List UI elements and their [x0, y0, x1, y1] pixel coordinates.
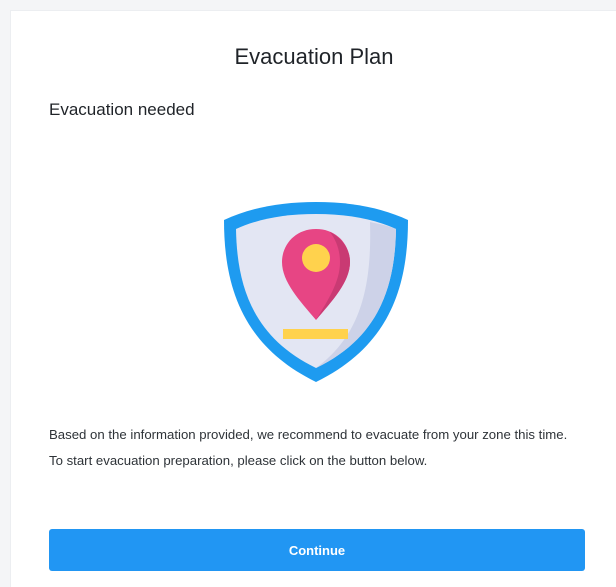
evacuation-plan-card: Evacuation Plan Evacuation needed Based … — [10, 10, 616, 587]
evacuation-status-heading: Evacuation needed — [49, 100, 195, 119]
page-title: Evacuation Plan — [234, 44, 394, 69]
continue-button[interactable]: Continue — [49, 529, 585, 571]
shield-location-pin-icon — [220, 196, 412, 388]
recommendation-message: Based on the information provided, we re… — [49, 427, 568, 468]
